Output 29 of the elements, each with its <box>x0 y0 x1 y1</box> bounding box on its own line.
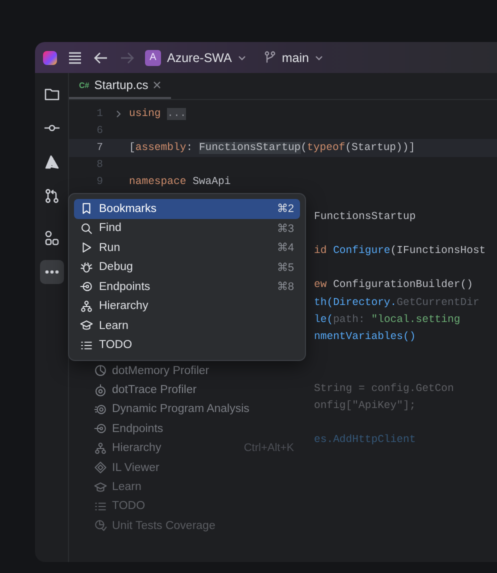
code-line: namespace SwaApi <box>129 176 231 188</box>
menu-item[interactable]: Dynamic Program Analysis <box>112 403 294 416</box>
code-line: onfig["ApiKey"]; <box>314 400 416 412</box>
project-selector[interactable]: Azure-SWA <box>167 50 232 64</box>
code-line: es.AddHttpClient <box>314 434 416 446</box>
menu-item[interactable]: dotMemory Profiler <box>112 364 294 377</box>
code-line: le(path: "local.setting <box>314 314 460 326</box>
branch-selector[interactable]: main <box>282 50 309 64</box>
menu-item[interactable]: Endpoints ⌘8 <box>74 277 300 296</box>
menu-item[interactable]: Hierarchy <box>74 296 300 316</box>
code-line: using ... <box>129 108 186 120</box>
project-badge: A <box>145 50 161 66</box>
menu-item[interactable]: Run ⌘4 <box>74 238 300 258</box>
menu-item[interactable]: Bookmarks ⌘2 <box>74 199 300 218</box>
menu-item[interactable]: Find ⌘3 <box>74 218 300 238</box>
editor-tab[interactable]: C# Startup.cs <box>69 73 172 99</box>
code-line: nmentVariables() <box>314 331 416 344</box>
code-line: id Configure(IFunctionsHost <box>314 245 486 258</box>
code-line: String = config.GetCon <box>314 382 454 395</box>
menu-item[interactable]: Endpoints <box>112 422 294 435</box>
menu-item[interactable]: TODO <box>74 336 300 355</box>
menu-item[interactable]: Learn <box>74 316 300 336</box>
line-number: 7 <box>96 142 104 154</box>
menu-item[interactable]: Debug ⌘5 <box>74 258 300 277</box>
menu-item[interactable]: dotTrace Profiler <box>112 384 294 396</box>
code-line: [assembly: FunctionsStartup(typeof(Startup))] <box>129 142 416 154</box>
code-line: th(Directory.GetCurrentDir <box>314 296 480 309</box>
code-line: ew ConfigurationBuilder() <box>314 279 473 292</box>
code-line: FunctionsStartup <box>314 210 416 223</box>
